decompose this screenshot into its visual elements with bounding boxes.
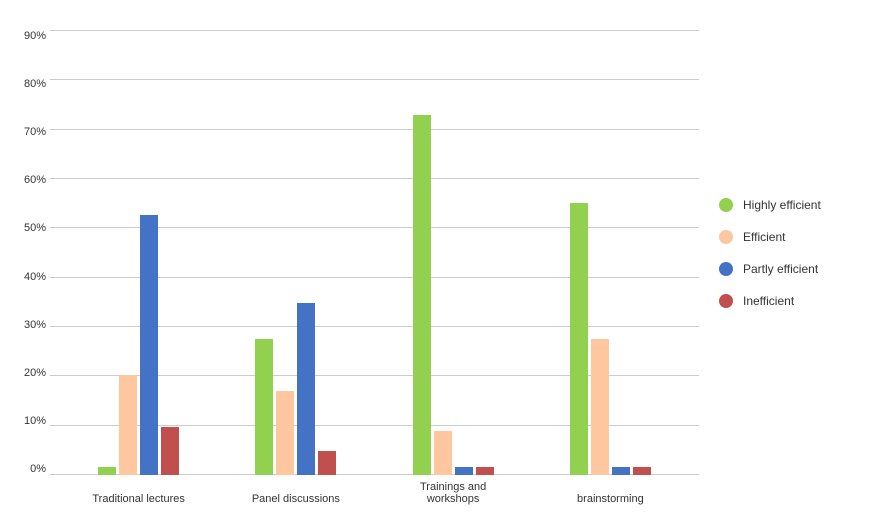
y-axis-labels: 0% 10% 20% 30% 40% 50% 60% 70% 80% 90% (10, 30, 50, 475)
bar-green (570, 203, 588, 475)
x-axis-label: Traditional lectures (89, 493, 189, 505)
bar-green (98, 467, 116, 475)
x-axis-label: brainstorming (560, 493, 660, 505)
bar-red (318, 451, 336, 475)
bar-group (255, 303, 336, 475)
legend-dot (719, 262, 733, 276)
bar-peach (276, 391, 294, 475)
bar-red (476, 467, 494, 475)
bar-blue (612, 467, 630, 475)
bar-peach (434, 431, 452, 475)
legend-label: Efficient (743, 230, 785, 244)
legend-dot (719, 230, 733, 244)
y-axis-label: 80% (24, 78, 46, 90)
legend-label: Inefficient (743, 294, 794, 308)
bar-group (570, 203, 651, 475)
y-axis-label: 50% (24, 222, 46, 234)
plot-area: Traditional lectures Panel discussions Tra… (50, 30, 699, 505)
legend-item: Partly efficient (719, 262, 859, 276)
bar-red (633, 467, 651, 475)
legend-item: Efficient (719, 230, 859, 244)
bar-peach (591, 339, 609, 475)
y-axis-label: 20% (24, 367, 46, 379)
y-axis-label: 0% (30, 463, 46, 475)
y-axis-label: 70% (24, 126, 46, 138)
legend-item: Inefficient (719, 294, 859, 308)
y-axis-label: 40% (24, 271, 46, 283)
bar-green (413, 115, 431, 475)
legend-label: Partly efficient (743, 262, 818, 276)
bar-red (161, 427, 179, 475)
chart-container: 0% 10% 20% 30% 40% 50% 60% 70% 80% 90% Traditiona… (0, 0, 869, 515)
y-axis-label: 30% (24, 319, 46, 331)
legend-item: Highly efficient (719, 198, 859, 212)
bar-peach (119, 375, 137, 475)
x-labels: Traditional lectures Panel discussions Tra… (50, 475, 699, 505)
legend-dot (719, 198, 733, 212)
legend: Highly efficient Efficient Partly efficien… (699, 30, 859, 505)
bar-group (413, 115, 494, 475)
legend-label: Highly efficient (743, 198, 821, 212)
bar-blue (297, 303, 315, 475)
x-axis-label: Trainings and workshops (403, 481, 503, 505)
bar-green (255, 339, 273, 475)
bar-blue (140, 215, 158, 475)
bar-group (98, 215, 179, 475)
y-axis-label: 90% (24, 30, 46, 42)
chart-area: 0% 10% 20% 30% 40% 50% 60% 70% 80% 90% Traditiona… (10, 30, 699, 505)
legend-dot (719, 294, 733, 308)
y-axis-label: 10% (24, 415, 46, 427)
bars-wrapper (50, 30, 699, 475)
y-axis-label: 60% (24, 174, 46, 186)
x-axis-label: Panel discussions (246, 493, 346, 505)
bar-blue (455, 467, 473, 475)
chart-body: 0% 10% 20% 30% 40% 50% 60% 70% 80% 90% Traditiona… (10, 30, 859, 505)
